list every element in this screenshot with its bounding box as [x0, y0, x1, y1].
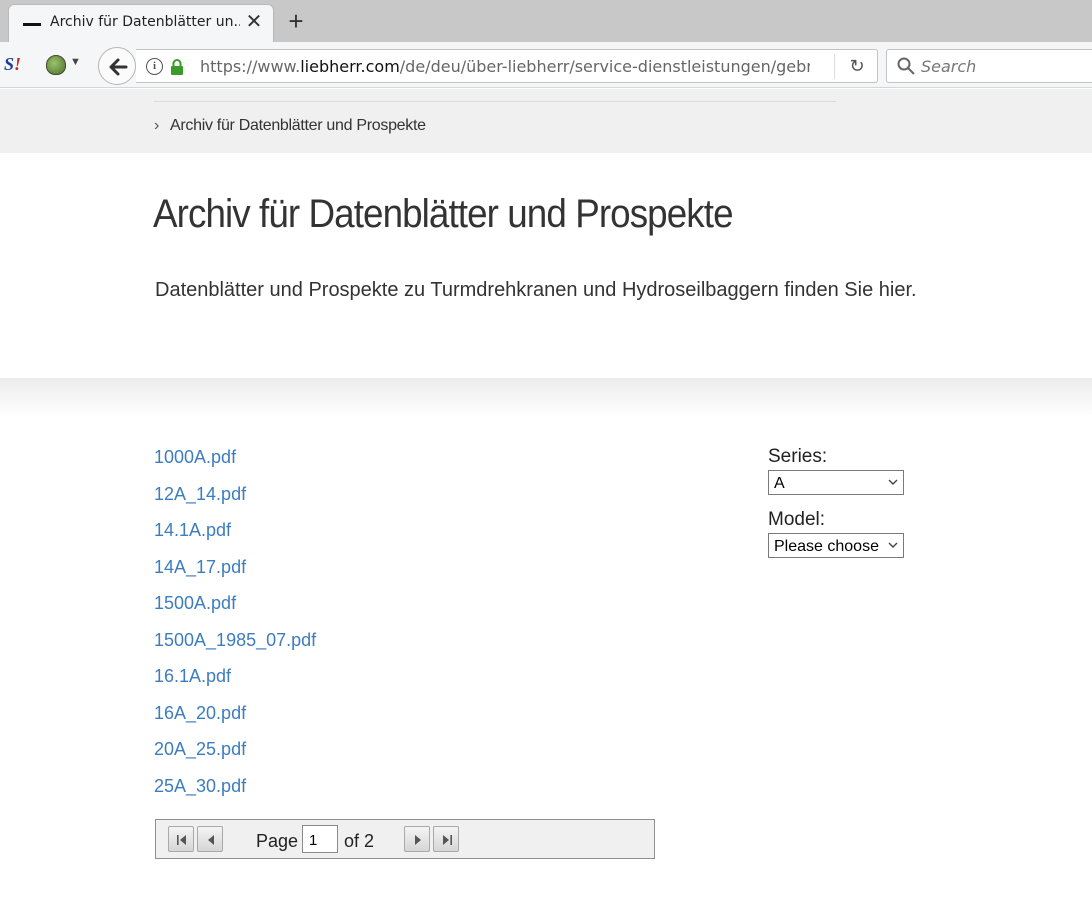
file-link[interactable]: 25A_30.pdf: [154, 776, 246, 796]
info-icon[interactable]: i: [146, 58, 163, 75]
next-page-button[interactable]: [404, 826, 430, 852]
series-value: A: [774, 475, 785, 492]
reload-icon[interactable]: ↻: [846, 55, 868, 77]
file-link[interactable]: 1000A.pdf: [154, 447, 236, 467]
page-count: of 2: [344, 831, 375, 851]
last-page-button[interactable]: [433, 826, 459, 852]
chevron-right-icon: [415, 835, 421, 845]
chevron-down-icon: [888, 542, 898, 548]
list-item: 14A_17.pdf: [154, 557, 316, 594]
first-page-button[interactable]: [168, 826, 194, 852]
file-link[interactable]: 16A_20.pdf: [154, 703, 246, 723]
extension-s-icon[interactable]: S!: [4, 54, 24, 76]
page-label: Page: [256, 831, 299, 851]
file-link[interactable]: 14.1A.pdf: [154, 520, 231, 540]
model-value: Please choose: [774, 538, 879, 555]
divider: [154, 101, 836, 102]
browser-tab[interactable]: Archiv für Datenblätter un... ✕: [8, 4, 274, 42]
divider: [834, 54, 835, 79]
list-item: 16A_20.pdf: [154, 703, 316, 740]
file-link[interactable]: 1500A.pdf: [154, 593, 236, 613]
pagination-bar: Page 1 of 2: [155, 819, 655, 859]
list-item: 1000A.pdf: [154, 447, 316, 484]
file-link[interactable]: 20A_25.pdf: [154, 739, 246, 759]
arrow-left-icon: [109, 58, 128, 76]
url-prefix: https://www.: [200, 57, 301, 76]
search-input[interactable]: Search: [886, 49, 1092, 83]
address-bar[interactable]: i https://www.liebherr.com/de/deu/über-l…: [136, 49, 878, 83]
list-item: 20A_25.pdf: [154, 739, 316, 776]
series-select[interactable]: A: [768, 470, 904, 495]
tor-onion-icon[interactable]: [46, 55, 66, 75]
breadcrumb: › Archiv für Datenblätter und Prospekte: [154, 117, 426, 135]
new-tab-button[interactable]: +: [282, 6, 310, 36]
breadcrumb-band: › Archiv für Datenblätter und Prospekte: [0, 89, 1092, 153]
lock-icon: [171, 59, 183, 75]
page-title: Archiv für Datenblätter und Prospekte: [153, 192, 734, 236]
chevron-down-icon: [888, 479, 898, 485]
series-label: Series:: [768, 446, 828, 467]
list-item: 14.1A.pdf: [154, 520, 316, 557]
url-host: liebherr.com: [300, 57, 400, 76]
back-button[interactable]: [98, 47, 136, 85]
chevron-down-icon[interactable]: ▼: [70, 56, 81, 68]
file-list: 1000A.pdf 12A_14.pdf 14.1A.pdf 14A_17.pd…: [154, 447, 316, 812]
list-item: 25A_30.pdf: [154, 776, 316, 813]
close-tab-icon[interactable]: ✕: [243, 11, 265, 33]
list-item: 1500A.pdf: [154, 593, 316, 630]
file-link[interactable]: 1500A_1985_07.pdf: [154, 630, 316, 650]
browser-navbar: S! ▼ i https://www.liebherr.com/de/deu/ü…: [0, 42, 1092, 88]
first-page-icon: [177, 835, 186, 845]
model-label: Model:: [768, 509, 826, 530]
list-item: 12A_14.pdf: [154, 484, 316, 521]
filter-panel: Series: A Model: Please choose: [768, 446, 904, 572]
file-link[interactable]: 12A_14.pdf: [154, 484, 246, 504]
list-item: 16.1A.pdf: [154, 666, 316, 703]
last-page-icon: [443, 835, 452, 845]
tab-title: Archiv für Datenblätter un...: [50, 14, 240, 30]
url-path: /de/deu/über-liebherr/service-dienstleis…: [399, 57, 810, 76]
page-number-input[interactable]: 1: [302, 825, 338, 853]
search-placeholder: Search: [921, 57, 977, 76]
browser-tabstrip: Archiv für Datenblätter un... ✕ +: [0, 0, 1092, 42]
chevron-right-icon: ›: [154, 117, 160, 134]
chevron-left-icon: [208, 835, 214, 845]
search-icon: [897, 57, 915, 75]
url-text[interactable]: https://www.liebherr.com/de/deu/über-lie…: [200, 57, 810, 76]
previous-page-button[interactable]: [197, 826, 223, 852]
file-link[interactable]: 14A_17.pdf: [154, 557, 246, 577]
file-link[interactable]: 16.1A.pdf: [154, 666, 231, 686]
favicon-icon: [23, 23, 41, 26]
model-select[interactable]: Please choose: [768, 533, 904, 558]
page-intro: Datenblätter und Prospekte zu Turmdrehkr…: [155, 279, 917, 301]
breadcrumb-current[interactable]: Archiv für Datenblätter und Prospekte: [170, 117, 426, 134]
list-item: 1500A_1985_07.pdf: [154, 630, 316, 667]
section-divider: [0, 378, 1092, 418]
